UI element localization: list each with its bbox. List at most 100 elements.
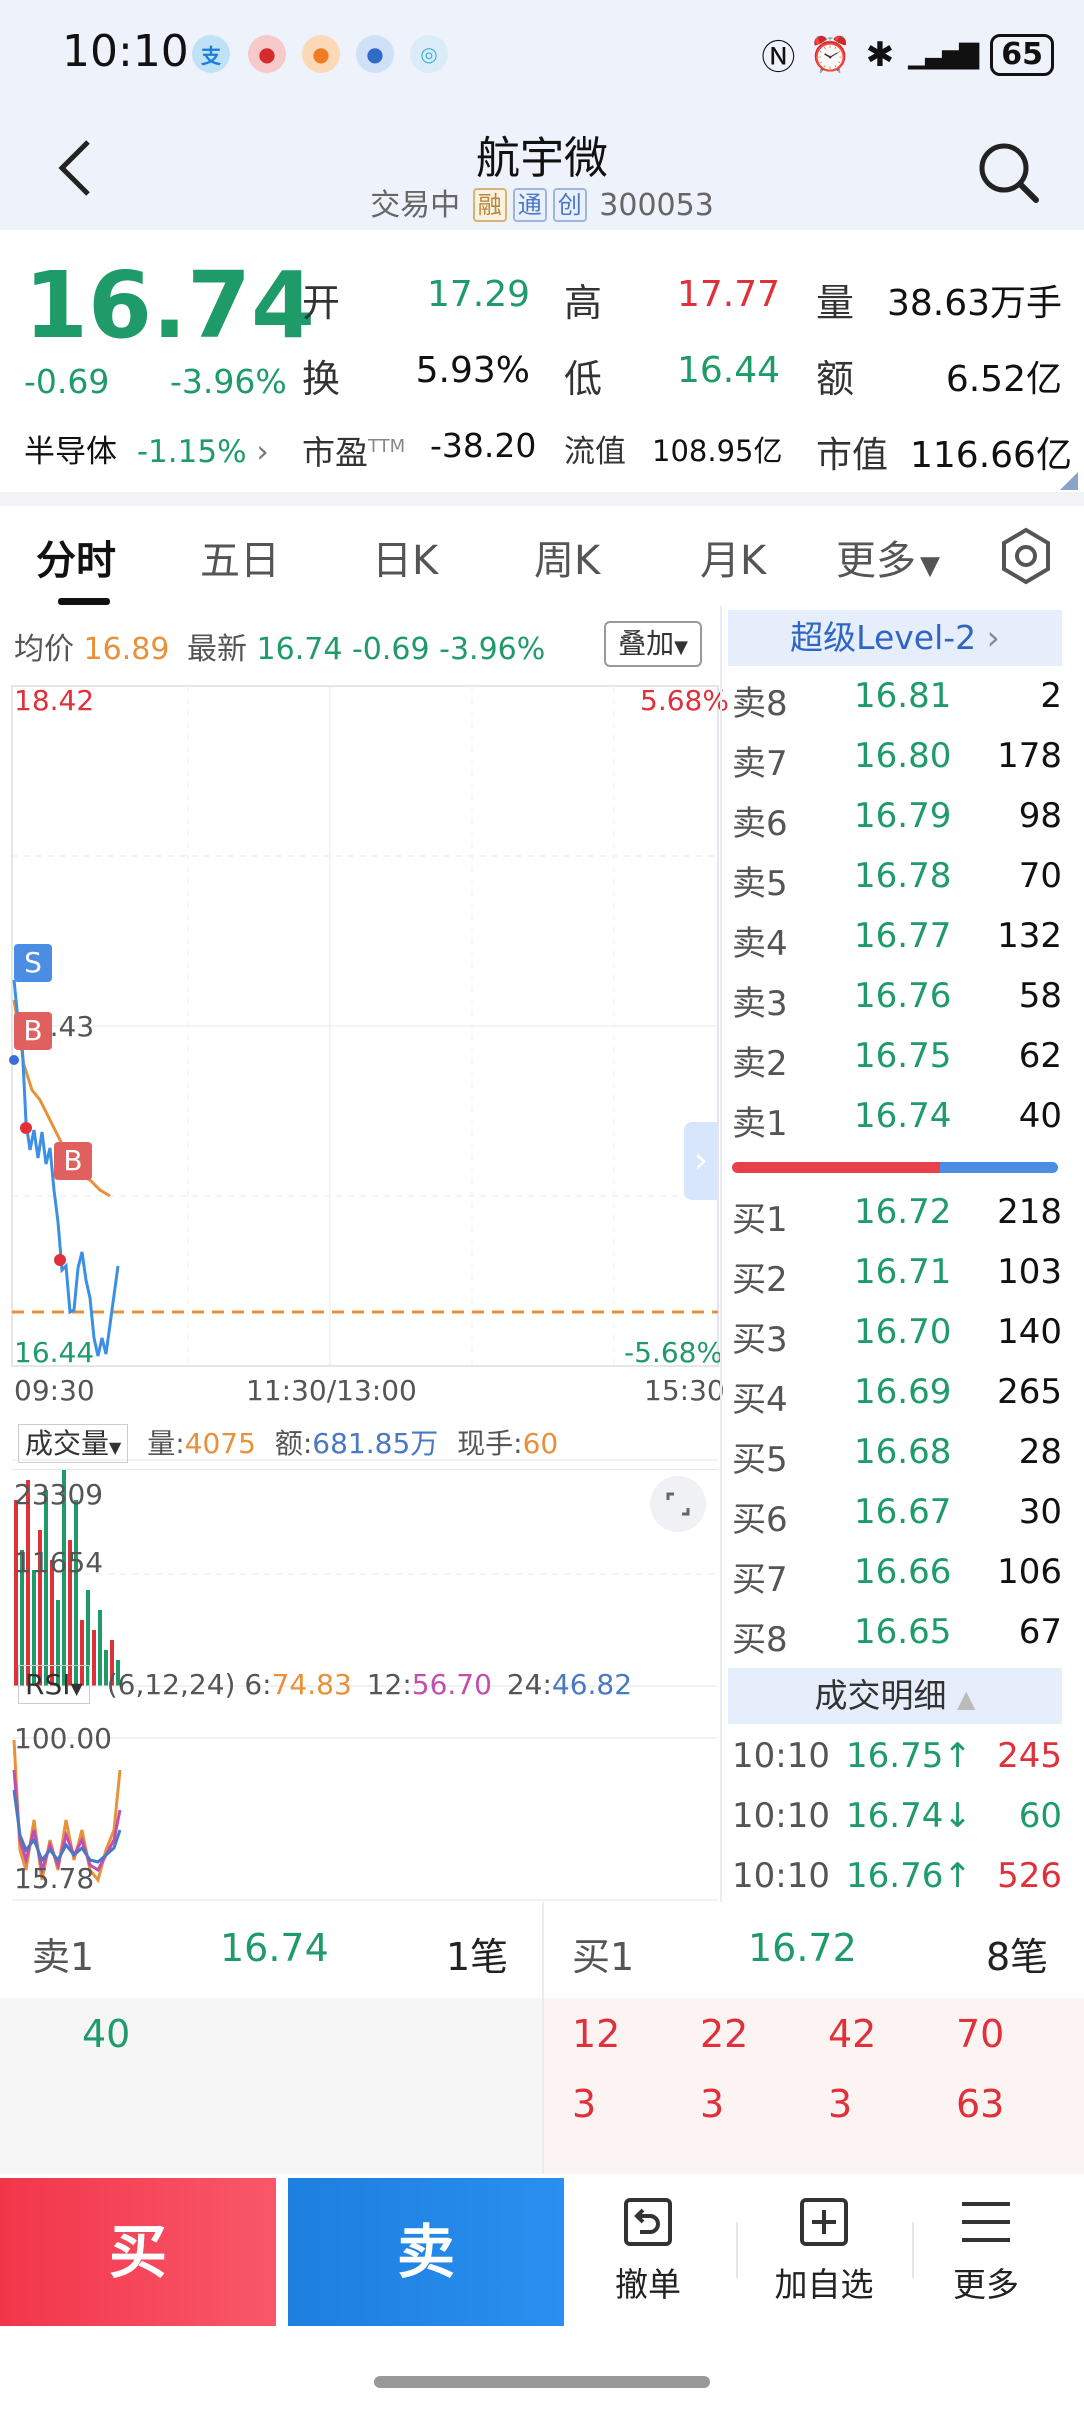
vol-q-label: 量: (147, 1427, 185, 1460)
bid-row[interactable]: 买4 16.69 265 (732, 1372, 1062, 1430)
volume-indicator-dropdown[interactable]: 成交量▼ (18, 1424, 129, 1463)
expand-corner-icon[interactable] (1060, 472, 1078, 490)
y-axis-top-pct: 5.68% (640, 684, 729, 717)
ask-row[interactable]: 卖6 16.79 98 (732, 796, 1062, 854)
search-button[interactable] (974, 138, 1044, 208)
cancel-order-button[interactable]: 撤单 (568, 2194, 728, 2306)
bid-row[interactable]: 买8 16.65 67 (732, 1612, 1062, 1670)
last-price: 16.74 (24, 252, 316, 359)
open-label: 开 (302, 281, 341, 325)
ask-volume: 132 (997, 916, 1062, 956)
ask-row[interactable]: 卖7 16.80 178 (732, 736, 1062, 794)
vol-amt-label: 额: (274, 1427, 313, 1460)
bid-row[interactable]: 买1 16.72 218 (732, 1192, 1062, 1250)
bid-volume: 140 (997, 1312, 1062, 1352)
volume-axis-mid: 11654 (14, 1546, 104, 1579)
trade-details-toggle[interactable]: 成交明细 ▲ (728, 1668, 1062, 1724)
intraday-chart[interactable] (0, 670, 720, 1902)
volume-info-line: 成交量▼ 量:4075 额:681.85万 现手:60 (12, 1418, 718, 1470)
cancel-order-icon (624, 2198, 672, 2246)
expand-panel-toggle[interactable]: › (684, 1122, 718, 1200)
buy-button[interactable]: 买 (0, 2178, 276, 2326)
ask-level-label: 卖7 (732, 744, 788, 784)
ask-row[interactable]: 卖3 16.76 58 (732, 976, 1062, 1034)
overlay-dropdown[interactable]: 叠加▼ (604, 621, 702, 667)
fullscreen-icon (666, 1492, 690, 1516)
bid-volume: 30 (1018, 1492, 1062, 1532)
stock-name: 航宇微 (476, 133, 608, 184)
trade-row: 10:10 16.75↑ 245 (732, 1736, 1062, 1794)
buy-marker[interactable]: B (14, 1012, 52, 1050)
sector-link[interactable]: 半导体 -1.15% › (24, 426, 269, 471)
alarm-icon: ⏰ (809, 34, 852, 75)
sell-marker[interactable]: S (14, 944, 52, 982)
queue-ask-count: 1笔 (446, 1935, 509, 1979)
latest-value: 16.74 (256, 632, 343, 667)
volume-value: 38.63万手 (886, 283, 1062, 324)
bid-price: 16.72 (854, 1192, 952, 1232)
ask-level-label: 卖4 (732, 924, 788, 964)
home-indicator[interactable] (374, 2376, 710, 2388)
y-axis-top-label: 18.42 (14, 684, 95, 717)
bid-level-label: 买4 (732, 1380, 788, 1420)
queue-bid-order: 42 (828, 2012, 877, 2056)
bid-level-label: 买3 (732, 1320, 788, 1360)
nfc-icon: Ⓝ (761, 38, 796, 78)
fullscreen-button[interactable] (650, 1476, 706, 1532)
chart-settings-icon[interactable] (996, 526, 1056, 586)
ask-level-label: 卖1 (732, 1104, 788, 1144)
add-watchlist-label: 加自选 (774, 2265, 874, 2304)
chart-info-line: 均价 16.89 最新 16.74 -0.69 -3.96% (14, 624, 545, 668)
tab-five-day[interactable]: 五日 (200, 528, 280, 586)
ask-row[interactable]: 卖5 16.78 70 (732, 856, 1062, 914)
bid-row[interactable]: 买6 16.67 30 (732, 1492, 1062, 1550)
bid-volume: 106 (997, 1552, 1062, 1592)
amount-label: 额 (816, 357, 855, 401)
rsi24-value: 46.82 (551, 1668, 633, 1701)
ask-row[interactable]: 卖2 16.75 62 (732, 1036, 1062, 1094)
more-button[interactable]: 更多 (906, 2194, 1066, 2306)
rsi-params: (6,12,24) (106, 1668, 236, 1701)
tab-monthly-k[interactable]: 月K (700, 528, 766, 586)
tab-daily-k[interactable]: 日K (372, 528, 438, 586)
clock: 10:10 (62, 26, 189, 77)
divider (736, 2222, 738, 2278)
y-axis-bottom-pct: -5.68% (624, 1336, 724, 1369)
order-queue: 卖1 16.74 1笔 40 买1 16.72 8笔 12 22 42 70 3… (0, 1902, 1084, 2174)
ask-row[interactable]: 卖4 16.77 132 (732, 916, 1062, 974)
bid-price: 16.71 (854, 1252, 952, 1292)
low-value: 16.44 (676, 350, 780, 391)
trade-volume: 526 (997, 1856, 1062, 1896)
rsi-indicator-dropdown[interactable]: RSI▼ (18, 1665, 90, 1704)
bid-row[interactable]: 买3 16.70 140 (732, 1312, 1062, 1370)
trade-time: 10:10 (732, 1856, 830, 1896)
bid-row[interactable]: 买2 16.71 103 (732, 1252, 1062, 1310)
rsi24-label: 24: (506, 1668, 552, 1701)
queue-bid-order: 3 (572, 2082, 597, 2126)
bid-row[interactable]: 买7 16.66 106 (732, 1552, 1062, 1610)
sell-button[interactable]: 卖 (288, 2178, 564, 2326)
bid-row[interactable]: 买5 16.68 28 (732, 1432, 1062, 1490)
ask-row[interactable]: 卖8 16.81 2 (732, 676, 1062, 734)
tab-intraday[interactable]: 分时 (36, 528, 116, 586)
buy-marker[interactable]: B (54, 1142, 92, 1180)
level2-button[interactable]: 超级Level-2 › (728, 610, 1062, 666)
pe-label: 市盈TTM (302, 433, 406, 472)
queue-bid-order: 70 (956, 2012, 1005, 2056)
tab-weekly-k[interactable]: 周K (534, 528, 600, 586)
open-value: 17.29 (426, 274, 530, 315)
avg-value: 16.89 (83, 632, 170, 667)
price-change: -0.69 (24, 362, 110, 401)
tab-more[interactable]: 更多 ▼ (836, 528, 940, 586)
tag-chinext: 创 (552, 188, 587, 222)
queue-bid-order: 3 (700, 2082, 725, 2126)
stock-header: 航宇微 交易中 融通创 300053 (0, 110, 1084, 230)
volume-label: 量 (816, 281, 855, 325)
ask-row[interactable]: 卖1 16.74 40 (732, 1096, 1062, 1154)
chevron-right-icon: › (986, 618, 1000, 657)
app-icon-3: ● (302, 35, 340, 73)
ask-price: 16.76 (854, 976, 952, 1016)
bid-price: 16.65 (854, 1612, 952, 1652)
dropdown-triangle-icon: ▼ (109, 1438, 122, 1457)
add-watchlist-button[interactable]: 加自选 (744, 2194, 904, 2306)
